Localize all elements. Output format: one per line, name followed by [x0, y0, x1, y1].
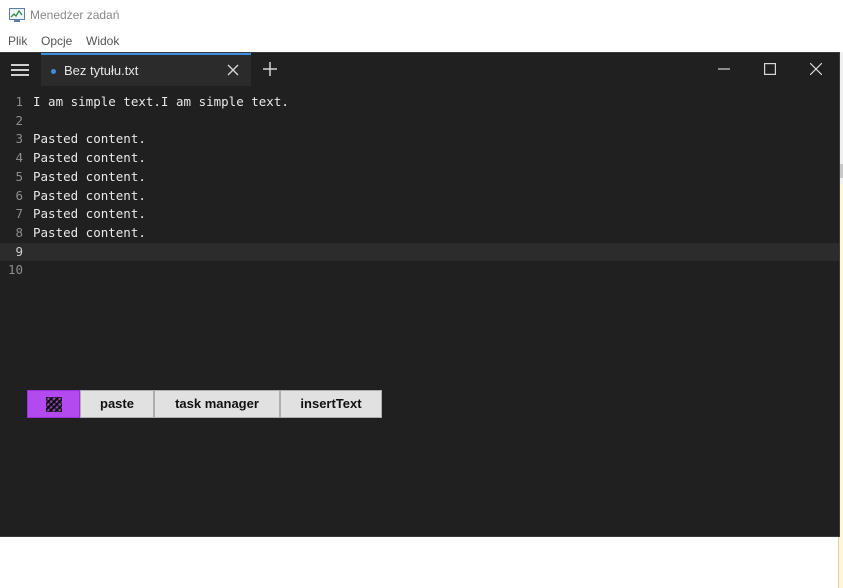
editor-line: 4 Pasted content. — [0, 149, 839, 168]
action-toolbar: paste task manager insertText — [27, 390, 382, 418]
maximize-icon[interactable] — [747, 53, 793, 86]
text-editor-area[interactable]: 1 I am simple text.I am simple text. 2 3… — [0, 86, 839, 536]
line-text: Pasted content. — [33, 187, 146, 203]
line-text: Pasted content. — [33, 224, 146, 240]
editor-line: 6 Pasted content. — [0, 187, 839, 206]
line-number: 1 — [15, 94, 23, 109]
line-text: Pasted content. — [33, 150, 146, 166]
editor-line: 5 Pasted content. — [0, 168, 839, 187]
close-icon[interactable] — [793, 53, 839, 86]
task-manager-button[interactable]: task manager — [154, 390, 280, 418]
line-number: 10 — [7, 262, 23, 278]
line-text: Pasted content. — [33, 168, 146, 184]
line-number: 8 — [15, 224, 23, 240]
line-text: Pasted content. — [33, 206, 146, 222]
menu-item-widok[interactable]: Widok — [86, 34, 119, 48]
editor-tab-bar: Bez tytułu.txt — [0, 53, 839, 86]
line-text: Pasted content. — [33, 131, 146, 147]
menu-item-opcje[interactable]: Opcje — [41, 34, 72, 48]
tab-bez-tytulu[interactable]: Bez tytułu.txt — [41, 53, 251, 86]
line-number: 5 — [15, 168, 23, 184]
tab-title: Bez tytułu.txt — [64, 63, 139, 78]
line-number: 4 — [15, 150, 23, 166]
task-manager-titlebar: Menedżer zadań — [0, 0, 843, 30]
unsaved-dot-icon — [51, 69, 56, 74]
editor-line: 3 Pasted content. — [0, 130, 839, 149]
text-editor-window: Bez tytułu.txt 1 I am simple text.I am s… — [0, 53, 839, 536]
line-number: 2 — [15, 112, 23, 128]
new-tab-icon[interactable] — [260, 59, 280, 79]
line-text: I am simple text.I am simple text. — [33, 94, 289, 109]
editor-line: 1 I am simple text.I am simple text. — [0, 93, 839, 112]
editor-line: 2 — [0, 112, 839, 131]
editor-line: 7 Pasted content. — [0, 205, 839, 224]
task-manager-menubar: Plik Opcje Widok — [0, 30, 843, 52]
hamburger-menu-icon[interactable] — [11, 64, 29, 76]
color-swatch-button[interactable] — [27, 390, 80, 418]
editor-line: 8 Pasted content. — [0, 224, 839, 243]
paste-button[interactable]: paste — [80, 390, 154, 418]
menu-item-plik[interactable]: Plik — [8, 34, 27, 48]
line-number: 3 — [15, 131, 23, 147]
editor-line: 10 — [0, 261, 839, 280]
line-number: 6 — [15, 187, 23, 203]
minimize-icon[interactable] — [701, 53, 747, 86]
tab-close-icon[interactable] — [224, 61, 242, 79]
task-manager-title: Menedżer zadań — [30, 8, 120, 22]
editor-line-current: 9 — [0, 242, 839, 262]
line-number: 7 — [15, 206, 23, 222]
task-manager-icon — [9, 8, 25, 22]
line-number: 9 — [15, 243, 23, 259]
checker-pattern-icon — [46, 397, 62, 412]
insert-text-button[interactable]: insertText — [280, 390, 382, 418]
